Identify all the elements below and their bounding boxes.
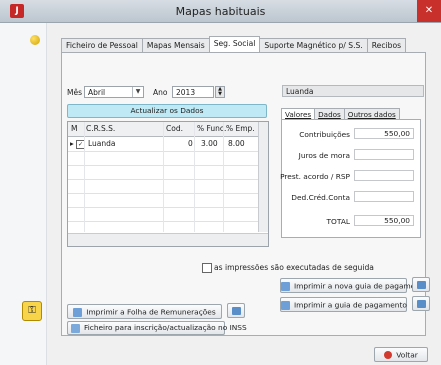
printer-icon <box>281 300 290 310</box>
col-m[interactable]: M <box>71 124 77 133</box>
valores-panel: Contribuições 550,00 Juros de mora Prest… <box>280 119 421 238</box>
year-label: Ano <box>153 88 168 97</box>
grid-col-line <box>194 122 195 232</box>
cell-crss: Luanda <box>88 139 116 148</box>
printer-icon <box>417 281 426 289</box>
month-value: Abril <box>88 88 106 97</box>
folder-key-icon[interactable]: ⚿ <box>22 301 42 321</box>
seg-social-panel: Mês Abril ▼ Ano 2013 ▲ ▼ Actualizar os Da… <box>61 52 430 336</box>
print-payroll-button[interactable]: Imprimir a Folha de Remunerações <box>67 304 222 319</box>
print-guide-preview-button[interactable] <box>412 296 430 311</box>
printer-icon <box>281 281 290 291</box>
grid-col-line <box>163 122 164 232</box>
cell-emp: 8.00 <box>228 139 245 148</box>
print-new-guide-button[interactable]: Imprimir a nova guia de pagamento <box>280 278 427 293</box>
tab-mapas-mensais[interactable]: Mapas Mensais <box>141 38 210 52</box>
col-emp[interactable]: % Emp. <box>226 124 255 133</box>
tab-suporte-magnetico[interactable]: Suporte Magnético p/ S.S. <box>259 38 368 52</box>
juros-mora-label: Juros de mora <box>298 151 350 160</box>
grid-vertical-scrollbar[interactable] <box>258 122 268 232</box>
main-tabs: Ficheiro de Pessoal Mapas Mensais Seg. S… <box>61 36 407 52</box>
sequential-print-checkbox[interactable] <box>202 263 212 273</box>
year-spinner[interactable]: ▲ ▼ <box>215 86 225 98</box>
grid-col-line <box>223 122 224 232</box>
col-crss[interactable]: C.R.S.S. <box>86 124 115 133</box>
print-new-guide-preview-button[interactable] <box>412 277 430 292</box>
tab-seg-social[interactable]: Seg. Social <box>208 36 261 52</box>
title-bar: J Mapas habituais ✕ <box>0 0 441 23</box>
cancel-icon <box>384 351 393 359</box>
juros-mora-value[interactable] <box>354 149 414 160</box>
month-label: Mês <box>67 88 82 97</box>
month-select[interactable]: Abril ▼ <box>84 86 144 98</box>
crss-grid[interactable]: M C.R.S.S. Cod. % Func. % Emp. ▸ ✓ Luand… <box>67 121 269 247</box>
back-button[interactable]: Voltar <box>374 347 428 362</box>
prest-acordo-value[interactable] <box>354 170 414 181</box>
contribuicoes-value[interactable]: 550,00 <box>354 128 414 139</box>
cell-cod: 0 <box>188 139 193 148</box>
update-data-button[interactable]: Actualizar os Dados <box>67 104 267 118</box>
col-cod[interactable]: Cod. <box>166 124 183 133</box>
total-value: 550,00 <box>354 215 414 226</box>
file-icon <box>71 323 80 333</box>
ded-cred-value[interactable] <box>354 191 414 202</box>
print-payroll-preview-button[interactable] <box>227 303 245 318</box>
printer-icon <box>417 300 426 308</box>
grid-horizontal-scrollbar[interactable] <box>68 233 268 246</box>
prest-acordo-label: Prest. acordo / RSP <box>280 172 350 181</box>
cell-func: 3.00 <box>201 139 218 148</box>
tab-ficheiro-pessoal[interactable]: Ficheiro de Pessoal <box>61 38 143 52</box>
chevron-down-icon: ▼ <box>132 87 143 97</box>
coin-icon[interactable] <box>30 35 40 45</box>
close-button[interactable]: ✕ <box>417 0 441 22</box>
print-guide-button[interactable]: Imprimir a guia de pagamento <box>280 297 407 312</box>
year-value: 2013 <box>176 88 196 97</box>
sequential-print-label: as impressões são executadas de seguida <box>214 263 374 272</box>
ded-cred-label: Ded.Créd.Conta <box>291 193 350 202</box>
total-label: TOTAL <box>326 217 350 226</box>
main-content: Ficheiro de Pessoal Mapas Mensais Seg. S… <box>47 23 441 365</box>
sequential-print-option[interactable]: as impressões são executadas de seguida <box>202 263 374 273</box>
contribuicoes-label: Contribuições <box>299 130 350 139</box>
printer-icon <box>232 307 241 315</box>
window-title: Mapas habituais <box>175 5 266 18</box>
left-rail: ⚿ <box>0 23 47 365</box>
crss-name-field: Luanda <box>282 85 424 97</box>
row-pointer-icon: ▸ <box>70 139 74 148</box>
year-input[interactable]: 2013 <box>172 86 214 98</box>
grid-col-line <box>84 122 85 232</box>
inss-file-button[interactable]: Ficheiro para inscrição/actualização no … <box>67 321 247 335</box>
printer-icon <box>73 307 83 317</box>
tab-recibos[interactable]: Recibos <box>366 38 407 52</box>
